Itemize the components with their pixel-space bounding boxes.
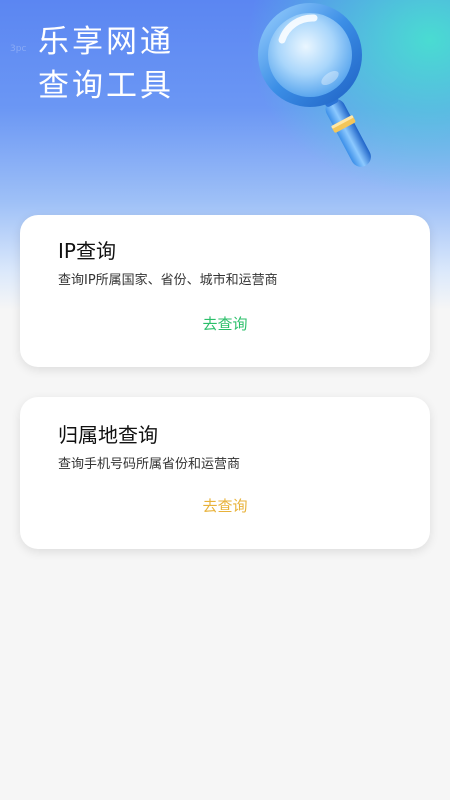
location-query-description: 查询手机号码所属省份和运营商 (58, 457, 241, 472)
ip-query-button-label[interactable]: 去查询 (192, 311, 257, 337)
ip-query-card[interactable]: IP查询 查询IP所属国家、省份、城市和运营商 去查询 (20, 215, 430, 367)
ip-query-title: IP查询 (58, 239, 116, 263)
location-query-button[interactable]: 去查询 (20, 495, 430, 516)
watermark-text: 3pc (10, 44, 27, 54)
ip-query-button[interactable]: 去查询 (20, 313, 430, 334)
ip-query-description: 查询IP所属国家、省份、城市和运营商 (58, 273, 278, 288)
location-query-button-label[interactable]: 去查询 (192, 493, 257, 519)
page-title-line1: 乐享网通 (38, 24, 174, 60)
page-title: 乐享网通 查询工具 (38, 20, 174, 108)
location-query-title: 归属地查询 (58, 423, 158, 447)
location-query-card[interactable]: 归属地查询 查询手机号码所属省份和运营商 去查询 (20, 397, 430, 549)
page-title-line2: 查询工具 (38, 68, 174, 104)
magnifier-icon (258, 3, 371, 167)
